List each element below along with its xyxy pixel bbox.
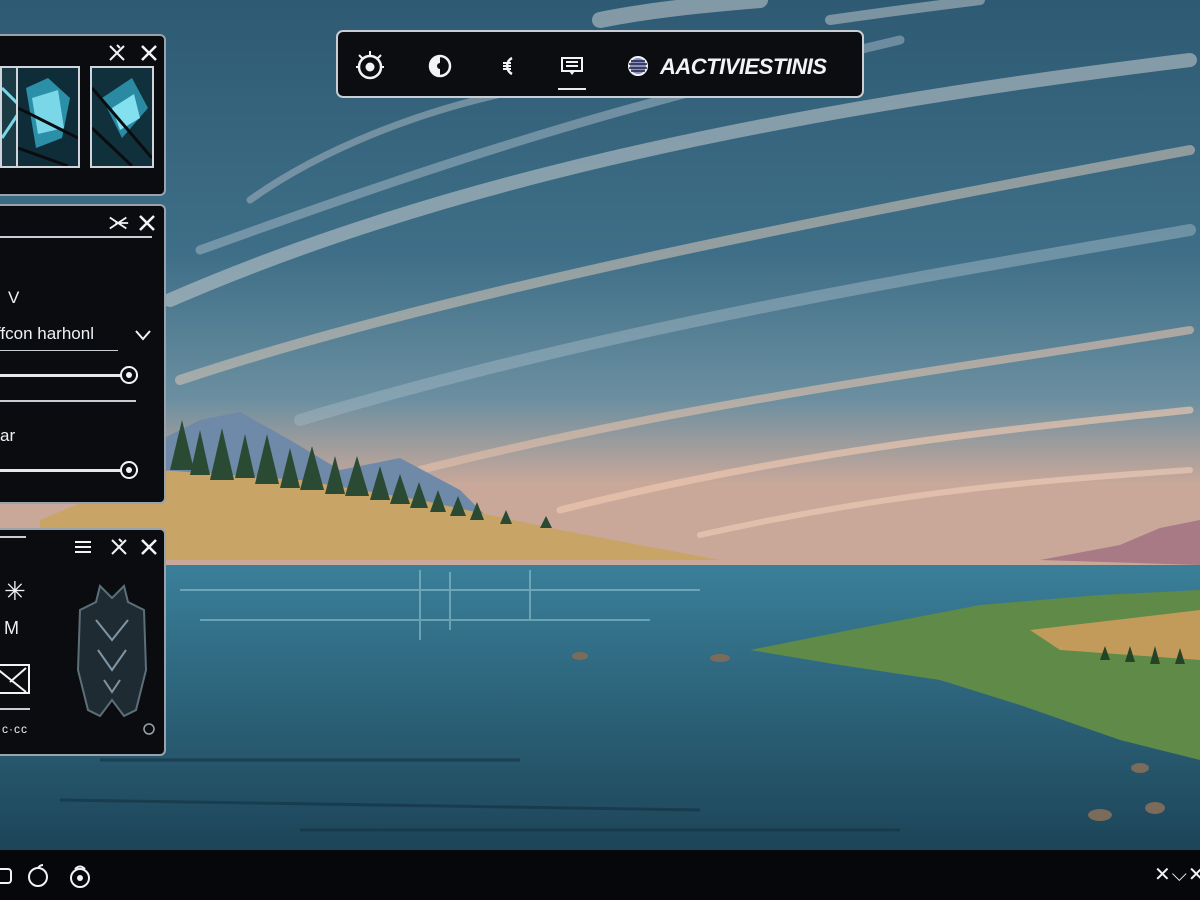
taskbar: ✕⌵✕	[0, 850, 1200, 900]
gallery-thumbnail[interactable]	[90, 66, 154, 168]
slider-2-label: ar	[0, 426, 16, 445]
footer-text: c·cc	[2, 722, 28, 736]
dropdown-value[interactable]: ffcon harhonl	[0, 324, 94, 344]
view-toggle-icon[interactable]	[420, 46, 460, 86]
app-bag-icon[interactable]	[66, 862, 94, 890]
slider-2-track[interactable]	[0, 469, 138, 472]
header-divider	[0, 536, 26, 538]
slider-1-track[interactable]	[0, 374, 138, 377]
slider-divider	[0, 400, 136, 402]
top-toolbar: AACTIVIESTINIS	[336, 30, 864, 98]
taskbar-window-controls[interactable]: ✕⌵✕	[1154, 862, 1200, 888]
slider-1-thumb[interactable]	[120, 366, 138, 384]
slider-2-thumb[interactable]	[120, 461, 138, 479]
field-label: V	[8, 288, 20, 307]
dropdown-underline	[0, 350, 118, 351]
refresh-icon[interactable]	[140, 720, 158, 738]
profile-label: M	[4, 618, 19, 638]
gallery-panel	[0, 34, 166, 196]
gallery-thumbnail[interactable]	[16, 66, 80, 168]
close-icon[interactable]	[136, 212, 158, 234]
menu-icon[interactable]	[72, 536, 94, 558]
profile-symbol: ✳	[4, 576, 26, 606]
mail-icon[interactable]	[0, 664, 30, 694]
apple-icon[interactable]	[24, 862, 52, 890]
divider	[0, 708, 30, 710]
message-icon[interactable]	[552, 46, 592, 90]
header-divider	[0, 236, 152, 238]
eye-target-icon[interactable]	[350, 46, 390, 86]
settings-panel: V ffcon harhonl ar	[0, 204, 166, 504]
app-icon[interactable]	[0, 862, 18, 890]
globe-icon[interactable]	[618, 46, 658, 86]
character-avatar	[74, 580, 150, 720]
pin-icon[interactable]	[108, 536, 130, 558]
sync-icon[interactable]	[108, 212, 130, 234]
close-icon[interactable]	[138, 42, 160, 64]
toolbar-title: AACTIVIESTINIS	[660, 54, 827, 79]
profile-panel: ✳ M c·cc	[0, 528, 166, 756]
desktop-wallpaper	[0, 0, 1200, 850]
close-icon[interactable]	[138, 536, 160, 558]
pin-icon[interactable]	[106, 42, 128, 64]
chevron-down-icon[interactable]	[132, 324, 154, 346]
layers-icon[interactable]	[486, 46, 526, 86]
